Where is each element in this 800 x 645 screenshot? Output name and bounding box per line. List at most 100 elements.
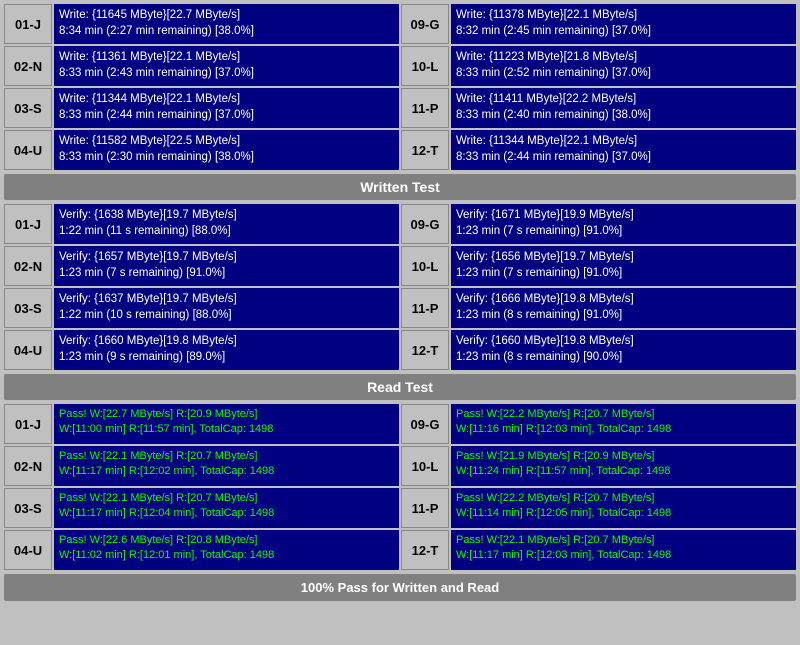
row-id-left: 04-U [4,530,52,570]
cell-left: Write: {11344 MByte}[22.1 MByte/s] 8:33 … [54,88,399,128]
cell-right-line1: Pass! W:[22.2 MByte/s] R:[20.7 MByte/s] [456,407,791,422]
cell-right: Verify: {1666 MByte}[19.8 MByte/s] 1:23 … [451,288,796,328]
row-id-right: 12-T [401,530,449,570]
cell-right-line1: Verify: {1666 MByte}[19.8 MByte/s] [456,291,791,307]
row-id-left: 03-S [4,88,52,128]
cell-left-line2: 8:33 min (2:44 min remaining) [37.0%] [59,107,394,123]
cell-right-line1: Verify: {1660 MByte}[19.8 MByte/s] [456,333,791,349]
cell-left-line1: Verify: {1638 MByte}[19.7 MByte/s] [59,207,394,223]
cell-left-line1: Verify: {1637 MByte}[19.7 MByte/s] [59,291,394,307]
cell-right: Pass! W:[21.9 MByte/s] R:[20.9 MByte/s] … [451,446,796,486]
row-id-left: 01-J [4,404,52,444]
row-id-right: 09-G [401,4,449,44]
cell-right-line1: Write: {11411 MByte}[22.2 MByte/s] [456,91,791,107]
cell-left-line1: Pass! W:[22.1 MByte/s] R:[20.7 MByte/s] [59,491,394,506]
row-id-right: 12-T [401,130,449,170]
cell-right-line1: Pass! W:[22.1 MByte/s] R:[20.7 MByte/s] [456,533,791,548]
row-id-right: 09-G [401,204,449,244]
cell-right-line2: 8:33 min (2:52 min remaining) [37.0%] [456,65,791,81]
cell-left: Verify: {1660 MByte}[19.8 MByte/s] 1:23 … [54,330,399,370]
cell-right-line2: 8:33 min (2:40 min remaining) [38.0%] [456,107,791,123]
data-row: 02-N Write: {11361 MByte}[22.1 MByte/s] … [4,46,796,86]
footer-bar: 100% Pass for Written and Read [4,574,796,601]
cell-left-line1: Write: {11344 MByte}[22.1 MByte/s] [59,91,394,107]
data-row: 02-N Verify: {1657 MByte}[19.7 MByte/s] … [4,246,796,286]
cell-right: Verify: {1656 MByte}[19.7 MByte/s] 1:23 … [451,246,796,286]
row-id-right: 11-P [401,488,449,528]
cell-left: Write: {11582 MByte}[22.5 MByte/s] 8:33 … [54,130,399,170]
row-id-right: 09-G [401,404,449,444]
cell-left-line2: W:[11:00 min] R:[11:57 min], TotalCap: 1… [59,422,394,437]
cell-left-line2: 8:33 min (2:43 min remaining) [37.0%] [59,65,394,81]
cell-right-line1: Verify: {1671 MByte}[19.9 MByte/s] [456,207,791,223]
cell-right-line2: 8:32 min (2:45 min remaining) [37.0%] [456,23,791,39]
cell-left-line1: Verify: {1657 MByte}[19.7 MByte/s] [59,249,394,265]
cell-right-line1: Pass! W:[22.2 MByte/s] R:[20.7 MByte/s] [456,491,791,506]
row-id-left: 01-J [4,204,52,244]
cell-left: Pass! W:[22.7 MByte/s] R:[20.9 MByte/s] … [54,404,399,444]
row-id-right: 10-L [401,46,449,86]
cell-right: Write: {11223 MByte}[21.8 MByte/s] 8:33 … [451,46,796,86]
row-id-left: 03-S [4,488,52,528]
row-id-left: 02-N [4,446,52,486]
cell-right: Write: {11411 MByte}[22.2 MByte/s] 8:33 … [451,88,796,128]
cell-left: Verify: {1638 MByte}[19.7 MByte/s] 1:22 … [54,204,399,244]
cell-left-line2: W:[11:02 min] R:[12:01 min], TotalCap: 1… [59,548,394,563]
cell-right-line2: W:[11:16 min] R:[12:03 min], TotalCap: 1… [456,422,791,437]
cell-right: Write: {11344 MByte}[22.1 MByte/s] 8:33 … [451,130,796,170]
cell-right-line1: Verify: {1656 MByte}[19.7 MByte/s] [456,249,791,265]
row-id-left: 01-J [4,4,52,44]
cell-right-line1: Write: {11344 MByte}[22.1 MByte/s] [456,133,791,149]
cell-left-line1: Write: {11645 MByte}[22.7 MByte/s] [59,7,394,23]
cell-right-line2: 1:23 min (8 s remaining) [90.0%] [456,349,791,365]
row-id-right: 11-P [401,288,449,328]
cell-left-line1: Verify: {1660 MByte}[19.8 MByte/s] [59,333,394,349]
cell-left: Pass! W:[22.1 MByte/s] R:[20.7 MByte/s] … [54,446,399,486]
cell-left-line1: Pass! W:[22.1 MByte/s] R:[20.7 MByte/s] [59,449,394,464]
cell-right-line1: Pass! W:[21.9 MByte/s] R:[20.9 MByte/s] [456,449,791,464]
row-id-right: 11-P [401,88,449,128]
cell-right-line2: 1:23 min (7 s remaining) [91.0%] [456,223,791,239]
cell-left-line2: 1:23 min (7 s remaining) [91.0%] [59,265,394,281]
cell-right-line1: Write: {11378 MByte}[22.1 MByte/s] [456,7,791,23]
cell-left: Pass! W:[22.1 MByte/s] R:[20.7 MByte/s] … [54,488,399,528]
cell-right: Verify: {1671 MByte}[19.9 MByte/s] 1:23 … [451,204,796,244]
cell-right: Pass! W:[22.1 MByte/s] R:[20.7 MByte/s] … [451,530,796,570]
cell-left-line2: 8:33 min (2:30 min remaining) [38.0%] [59,149,394,165]
cell-left: Verify: {1637 MByte}[19.7 MByte/s] 1:22 … [54,288,399,328]
written-test-header: Written Test [4,174,796,200]
cell-left: Pass! W:[22.6 MByte/s] R:[20.8 MByte/s] … [54,530,399,570]
cell-right: Pass! W:[22.2 MByte/s] R:[20.7 MByte/s] … [451,404,796,444]
read-test-header: Read Test [4,374,796,400]
cell-right-line2: 1:23 min (8 s remaining) [91.0%] [456,307,791,323]
cell-right-line2: 8:33 min (2:44 min remaining) [37.0%] [456,149,791,165]
cell-right: Pass! W:[22.2 MByte/s] R:[20.7 MByte/s] … [451,488,796,528]
cell-right-line2: W:[11:24 min] R:[11:57 min], TotalCap: 1… [456,464,791,479]
cell-left-line2: 1:22 min (11 s remaining) [88.0%] [59,223,394,239]
main-container: 01-J Write: {11645 MByte}[22.7 MByte/s] … [0,0,800,605]
cell-left-line2: 1:23 min (9 s remaining) [89.0%] [59,349,394,365]
cell-left-line2: W:[11:17 min] R:[12:02 min], TotalCap: 1… [59,464,394,479]
row-id-left: 02-N [4,246,52,286]
cell-right: Write: {11378 MByte}[22.1 MByte/s] 8:32 … [451,4,796,44]
data-row: 03-S Verify: {1637 MByte}[19.7 MByte/s] … [4,288,796,328]
data-row: 01-J Pass! W:[22.7 MByte/s] R:[20.9 MByt… [4,404,796,444]
cell-right-line2: 1:23 min (7 s remaining) [91.0%] [456,265,791,281]
write-section: 01-J Write: {11645 MByte}[22.7 MByte/s] … [4,4,796,170]
cell-left-line1: Write: {11582 MByte}[22.5 MByte/s] [59,133,394,149]
cell-left-line2: W:[11:17 min] R:[12:04 min], TotalCap: 1… [59,506,394,521]
data-row: 04-U Verify: {1660 MByte}[19.8 MByte/s] … [4,330,796,370]
data-row: 01-J Write: {11645 MByte}[22.7 MByte/s] … [4,4,796,44]
cell-left: Write: {11645 MByte}[22.7 MByte/s] 8:34 … [54,4,399,44]
row-id-left: 04-U [4,330,52,370]
cell-left-line1: Pass! W:[22.6 MByte/s] R:[20.8 MByte/s] [59,533,394,548]
row-id-left: 04-U [4,130,52,170]
cell-left-line2: 8:34 min (2:27 min remaining) [38.0%] [59,23,394,39]
cell-left-line1: Write: {11361 MByte}[22.1 MByte/s] [59,49,394,65]
cell-left: Write: {11361 MByte}[22.1 MByte/s] 8:33 … [54,46,399,86]
cell-right: Verify: {1660 MByte}[19.8 MByte/s] 1:23 … [451,330,796,370]
data-row: 02-N Pass! W:[22.1 MByte/s] R:[20.7 MByt… [4,446,796,486]
cell-left-line2: 1:22 min (10 s remaining) [88.0%] [59,307,394,323]
cell-right-line1: Write: {11223 MByte}[21.8 MByte/s] [456,49,791,65]
data-row: 03-S Write: {11344 MByte}[22.1 MByte/s] … [4,88,796,128]
